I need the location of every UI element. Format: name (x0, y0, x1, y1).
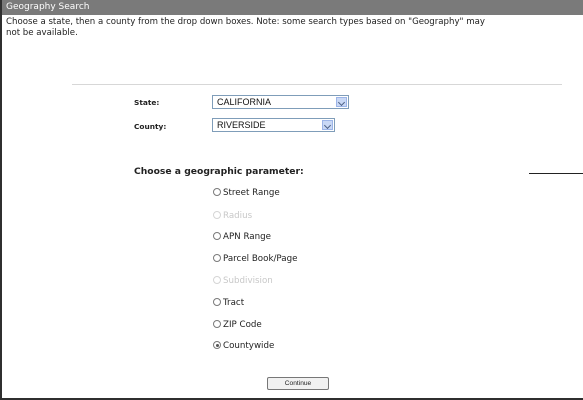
option-parcel-book-page[interactable]: Parcel Book/Page (213, 253, 297, 265)
instructions-text: Choose a state, then a county from the d… (6, 17, 583, 39)
instructions-line-1: Choose a state, then a county from the d… (6, 17, 485, 27)
instructions-line-2: not be available. (6, 28, 78, 38)
county-label: County: (134, 122, 167, 131)
parameter-heading: Choose a geographic parameter: (134, 166, 304, 177)
county-select[interactable]: RIVERSIDE (212, 118, 335, 132)
county-selected-value: RIVERSIDE (217, 120, 266, 130)
option-radius: Radius (213, 210, 252, 222)
option-label: APN Range (223, 232, 271, 242)
geography-search-panel: Geography Search Choose a state, then a … (0, 0, 583, 400)
option-countywide[interactable]: Countywide (213, 340, 274, 352)
option-label: Street Range (223, 188, 280, 198)
option-label: Parcel Book/Page (223, 254, 298, 264)
state-select[interactable]: CALIFORNIA (212, 95, 349, 109)
chevron-down-icon[interactable] (322, 120, 333, 130)
window-title: Geography Search (2, 0, 583, 15)
radio-parcel-book-page[interactable] (213, 254, 221, 262)
radio-countywide[interactable] (213, 341, 221, 349)
continue-button[interactable]: Continue (267, 377, 329, 390)
radio-apn-range[interactable] (213, 232, 221, 240)
radio-tract[interactable] (213, 298, 221, 306)
radio-zip-code[interactable] (213, 320, 221, 328)
option-label: Subdivision (223, 276, 273, 286)
radio-radius (213, 211, 221, 219)
option-subdivision: Subdivision (213, 275, 273, 287)
chevron-down-icon[interactable] (336, 97, 347, 107)
option-label: ZIP Code (223, 320, 262, 330)
option-tract[interactable]: Tract (213, 297, 244, 309)
decorative-line (529, 173, 583, 174)
state-label: State: (134, 98, 160, 107)
option-label: Countywide (223, 341, 275, 351)
option-label: Radius (223, 211, 253, 221)
option-street-range[interactable]: Street Range (213, 187, 280, 199)
state-selected-value: CALIFORNIA (217, 97, 272, 107)
option-apn-range[interactable]: APN Range (213, 231, 271, 243)
option-zip-code[interactable]: ZIP Code (213, 319, 262, 331)
radio-street-range[interactable] (213, 188, 221, 196)
divider (72, 84, 562, 85)
option-label: Tract (223, 298, 245, 308)
radio-subdivision (213, 276, 221, 284)
